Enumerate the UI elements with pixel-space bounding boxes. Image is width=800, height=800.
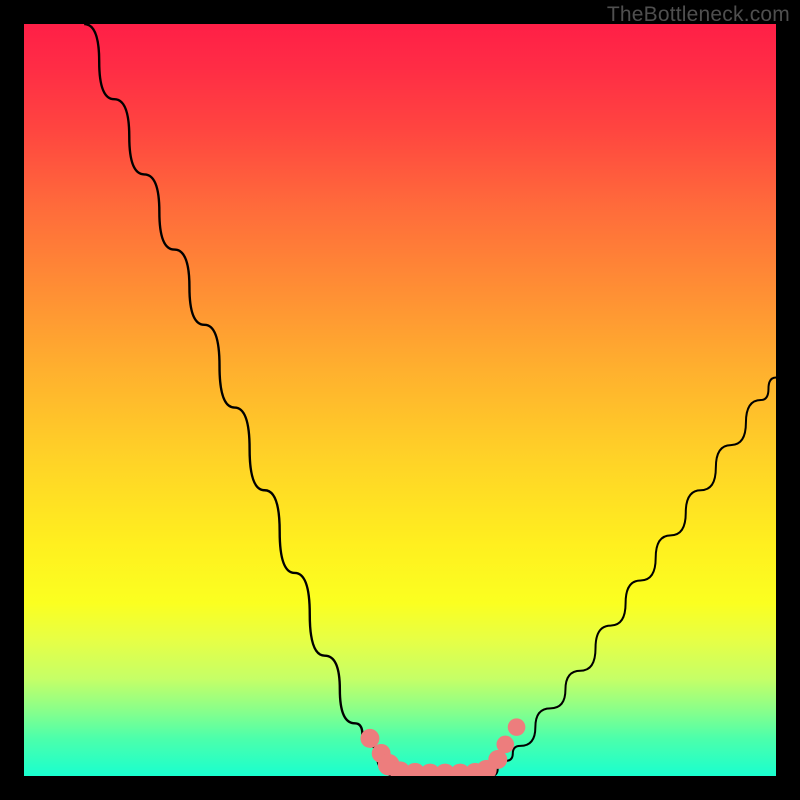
chart-svg [24, 24, 776, 776]
marker-dot [508, 718, 526, 736]
watermark-text: TheBottleneck.com [607, 3, 790, 27]
curve-right [490, 377, 776, 776]
curve-left-group [84, 24, 392, 776]
marker-dot [360, 729, 379, 748]
marker-dot [496, 736, 514, 754]
chart-plot-area [24, 24, 776, 776]
chart-frame: TheBottleneck.com [0, 0, 800, 800]
curve-left [84, 24, 392, 776]
bottom-markers [360, 718, 525, 776]
curve-right-group [490, 377, 776, 776]
